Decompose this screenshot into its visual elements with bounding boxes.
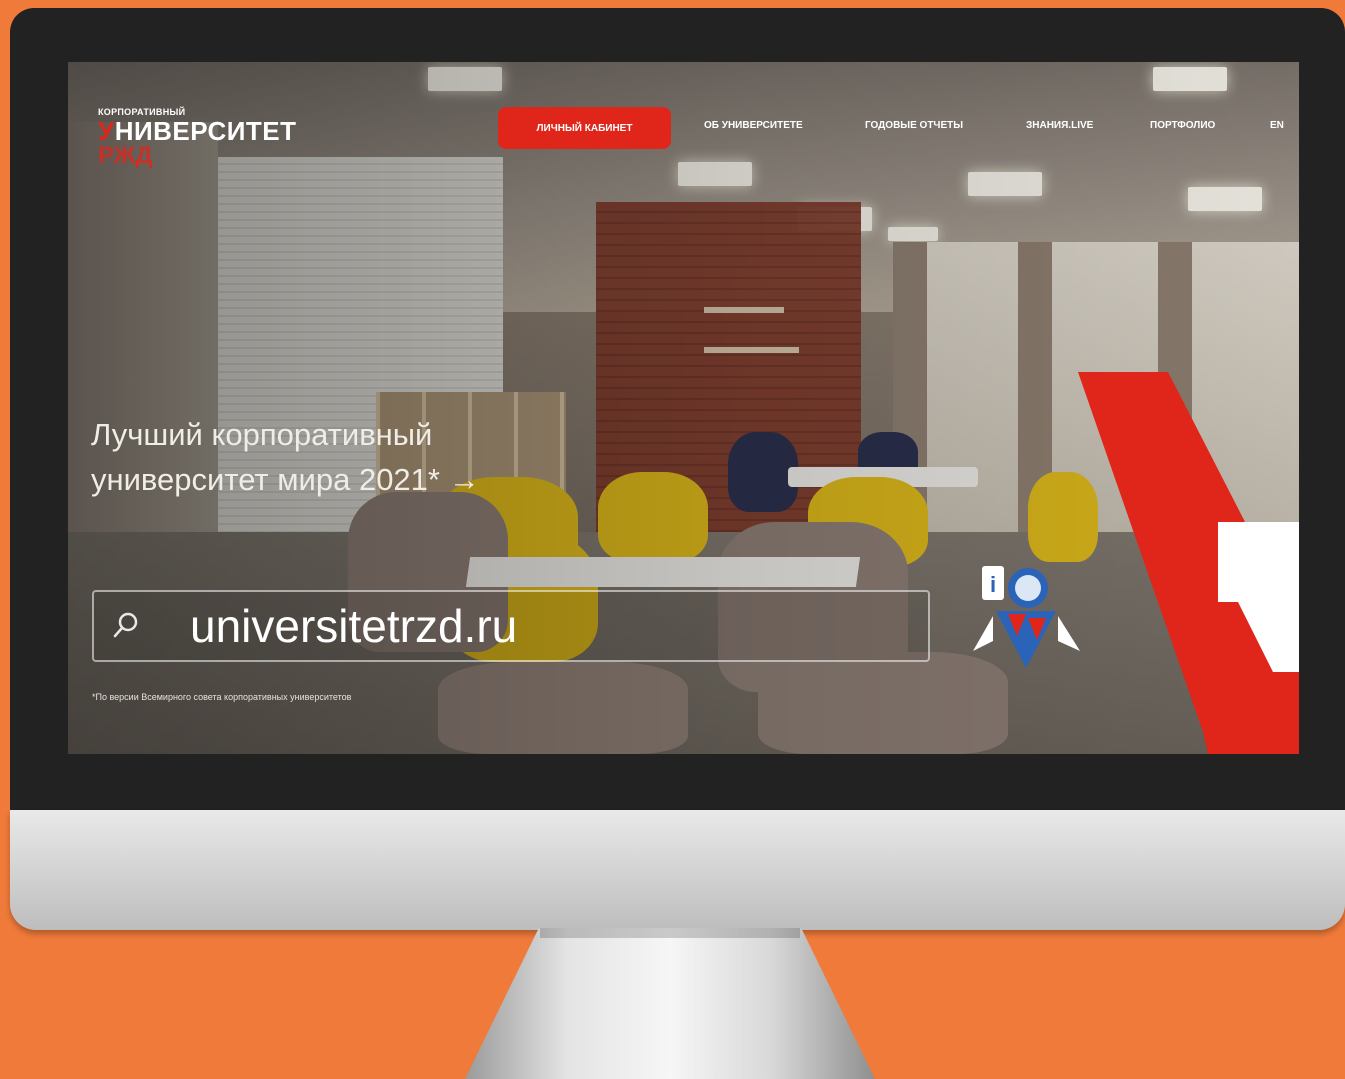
nav-language[interactable]: EN: [1270, 120, 1284, 131]
logo-subtitle: РЖД: [98, 142, 153, 169]
svg-text:i: i: [990, 572, 996, 597]
search-icon: [113, 612, 138, 638]
logo-title: УНИВЕРСИТЕТ: [98, 116, 297, 146]
hero-title-line: Лучший корпоративный: [91, 417, 433, 452]
website-screen: КОРПОРАТИВНЫЙ УНИВЕРСИТЕТ РЖД ЛИЧНЫЙ КАБ…: [68, 62, 1299, 754]
monitor-stand: [465, 928, 875, 1079]
site-logo[interactable]: КОРПОРАТИВНЫЙ УНИВЕРСИТЕТ РЖД: [98, 107, 297, 169]
search-input[interactable]: universitetrzd.ru: [92, 590, 930, 662]
monitor-stand-shadow: [540, 928, 800, 938]
personal-account-button[interactable]: ЛИЧНЫЙ КАБИНЕТ: [498, 107, 671, 149]
robot-assistant-icon[interactable]: i: [968, 556, 1083, 668]
nav-about[interactable]: ОБ УНИВЕРСИТЕТЕ: [704, 120, 803, 131]
search-value: universitetrzd.ru: [190, 600, 518, 652]
hero-title-link[interactable]: Лучший корпоративный университет мира 20…: [91, 412, 651, 502]
hero-title-line: университет мира 2021* →: [91, 462, 480, 497]
nav-knowledge-live[interactable]: ЗНАНИЯ.LIVE: [1026, 120, 1093, 131]
footnote: *По версии Всемирного совета корпоративн…: [92, 692, 352, 702]
monitor-chin: [10, 810, 1345, 930]
nav-annual-reports[interactable]: ГОДОВЫЕ ОТЧЕТЫ: [865, 120, 963, 131]
brand-logo-shape: [1078, 372, 1299, 754]
nav-portfolio[interactable]: ПОРТФОЛИО: [1150, 120, 1215, 131]
